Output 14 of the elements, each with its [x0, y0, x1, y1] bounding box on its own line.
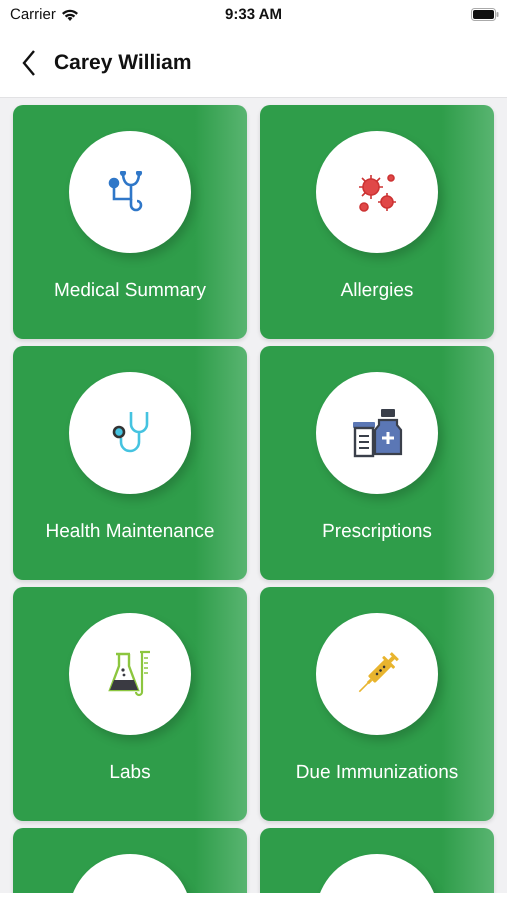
- patient-name: Carey William: [54, 50, 192, 74]
- menu-tile[interactable]: Prescriptions: [260, 346, 494, 580]
- medicine-bottles-icon: [351, 408, 403, 458]
- menu-tile[interactable]: Health Maintenance: [13, 346, 247, 580]
- battery-icon: [471, 8, 499, 20]
- carrier-name: Carrier: [10, 6, 56, 22]
- back-chevron-icon: [22, 50, 36, 76]
- menu-tile[interactable]: Labs: [13, 587, 247, 821]
- lab-flask-icon: [108, 650, 152, 698]
- menu-tile[interactable]: Allergies: [260, 105, 494, 339]
- menu-tile[interactable]: Medical Summary: [13, 105, 247, 339]
- wifi-icon: [60, 8, 79, 20]
- status-time: 9:33 AM: [225, 6, 282, 22]
- menu-tile[interactable]: Due Immunizations: [260, 587, 494, 821]
